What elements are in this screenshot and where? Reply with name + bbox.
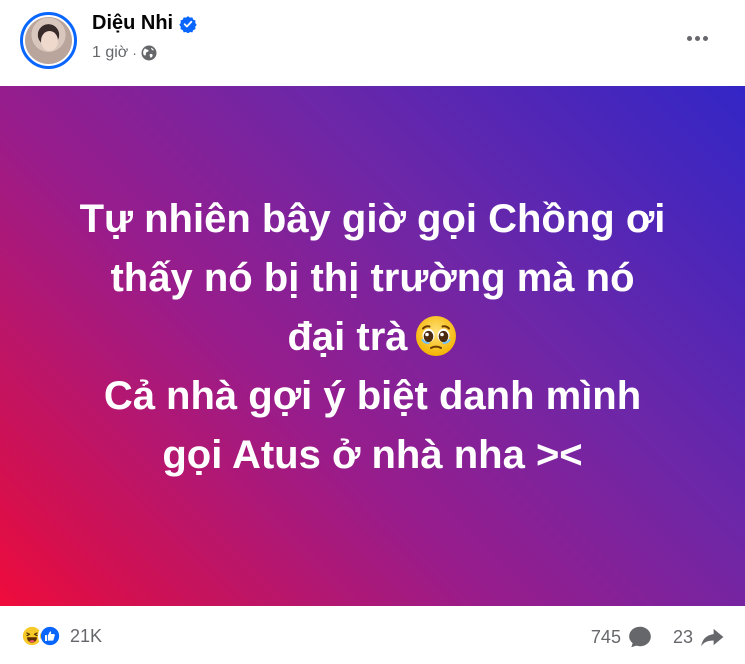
post-line: thấy nó bị thị trường mà nó xyxy=(110,255,635,300)
post-time[interactable]: 1 giờ xyxy=(92,44,128,62)
post-line-text: đại trà xyxy=(287,314,408,359)
shares-stat[interactable]: 23 xyxy=(673,624,725,650)
reactions-summary[interactable]: 21K xyxy=(20,624,102,648)
post-line: Tự nhiên bây giờ gọi Chồng ơi xyxy=(79,196,666,241)
pleading-face-icon xyxy=(415,315,456,356)
reaction-count: 21K xyxy=(70,625,103,646)
comment-icon xyxy=(629,626,651,648)
avatar-image xyxy=(25,17,72,64)
meta-separator: · xyxy=(132,45,137,61)
post-footer: 21K 745 23 xyxy=(0,606,745,664)
post-background-card[interactable]: Tự nhiên bây giờ gọi Chồng ơi thấy nó bị… xyxy=(0,86,745,606)
like-icon xyxy=(38,624,62,648)
globe-icon xyxy=(141,45,157,61)
comment-count: 745 xyxy=(590,626,621,647)
verified-badge-icon xyxy=(179,15,197,33)
more-options-button[interactable] xyxy=(679,20,715,56)
author-name[interactable]: Diệu Nhi xyxy=(92,12,173,35)
post-meta: 1 giờ · xyxy=(92,44,157,62)
post-header: Diệu Nhi 1 giờ · xyxy=(0,0,745,86)
post-content: Tự nhiên bây giờ gọi Chồng ơi thấy nó bị… xyxy=(23,190,723,485)
post-line: gọi Atus ở nhà nha >< xyxy=(162,432,583,477)
share-count: 23 xyxy=(672,626,693,647)
author-row: Diệu Nhi xyxy=(92,12,197,35)
comments-stat[interactable]: 745 xyxy=(591,624,653,650)
post-stats: 745 23 xyxy=(591,624,725,650)
post-line: Cả nhà gợi ý biệt danh mình xyxy=(103,373,642,418)
more-dot-icon xyxy=(702,35,708,41)
avatar[interactable] xyxy=(20,12,77,69)
more-dot-icon xyxy=(686,35,692,41)
more-dot-icon xyxy=(694,35,700,41)
post-line-with-emoji: đại trà xyxy=(23,308,723,367)
share-icon xyxy=(701,628,724,647)
